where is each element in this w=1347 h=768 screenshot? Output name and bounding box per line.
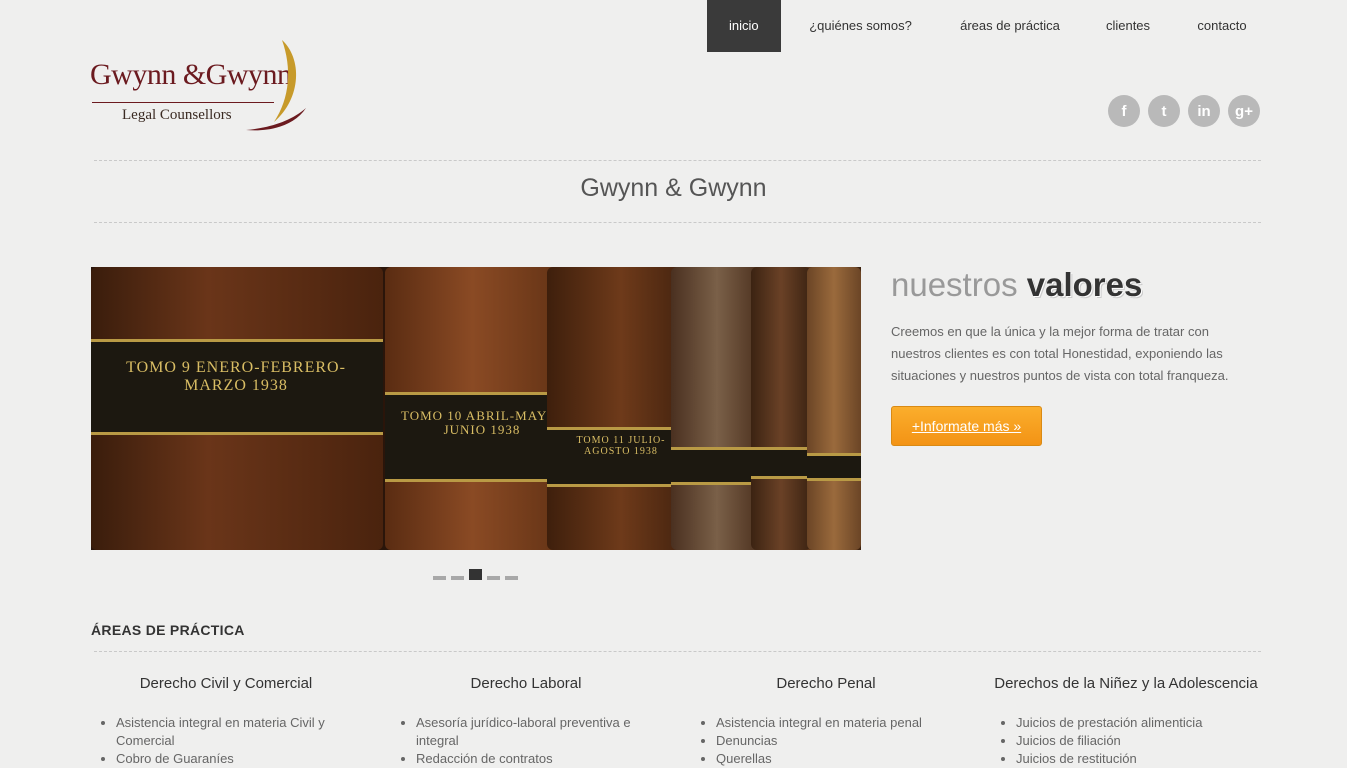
values-heading-light: nuestros: [891, 266, 1018, 303]
twitter-icon[interactable]: t: [1148, 95, 1180, 127]
values-heading: nuestros valores: [891, 266, 1142, 304]
values-heading-bold: valores: [1026, 266, 1143, 303]
book-band: [671, 447, 763, 485]
book-label: TOMO 11 JULIO-AGOSTO 1938: [576, 435, 666, 457]
list-item: Asistencia integral en materia penal: [716, 714, 961, 732]
nav-item-clientes[interactable]: clientes: [1080, 0, 1176, 52]
book-band: [807, 453, 861, 481]
facebook-icon[interactable]: f: [1108, 95, 1140, 127]
slider-dot[interactable]: [433, 576, 446, 580]
list-item: Juicios de prestación alimenticia: [1016, 714, 1261, 732]
divider-bottom: [94, 222, 1261, 223]
slider-dot-active[interactable]: [469, 569, 482, 580]
list-item: Redacción de contratos: [416, 750, 661, 768]
area-column-ninez: Derechos de la Niñez y la Adolescencia J…: [991, 675, 1261, 768]
book-band: [751, 447, 811, 479]
site-logo[interactable]: Gwynn &Gwynn Legal Counsellors: [88, 38, 312, 134]
nav-item-areas-de-practica[interactable]: áreas de práctica: [940, 0, 1080, 52]
divider-areas: [94, 651, 1261, 652]
social-links: f t in g+: [1108, 95, 1260, 127]
area-column-penal: Derecho Penal Asistencia integral en mat…: [691, 675, 961, 768]
list-item: Asesoría jurídico-laboral preventiva e i…: [416, 714, 661, 750]
area-column-laboral: Derecho Laboral Asesoría jurídico-labora…: [391, 675, 661, 768]
areas-heading: ÁREAS DE PRÁCTICA: [91, 622, 245, 638]
list-item: Asistencia integral en materia Civil y C…: [116, 714, 361, 750]
book-spine: TOMO 9 ENERO-FEBRERO-MARZO 1938: [91, 267, 383, 550]
list-item: Juicios de restitución: [1016, 750, 1261, 768]
area-title[interactable]: Derecho Civil y Comercial: [91, 675, 361, 692]
area-title[interactable]: Derecho Penal: [691, 675, 961, 692]
more-info-button[interactable]: +Informate más »: [891, 406, 1042, 446]
hero-slide-image: TOMO 9 ENERO-FEBRERO-MARZO 1938 TOMO 10 …: [91, 267, 861, 550]
list-item: Denuncias: [716, 732, 961, 750]
nav-item-contacto[interactable]: contacto: [1176, 0, 1268, 52]
slider-dot[interactable]: [487, 576, 500, 580]
area-column-civil: Derecho Civil y Comercial Asistencia int…: [91, 675, 361, 768]
area-title[interactable]: Derechos de la Niñez y la Adolescencia: [991, 675, 1261, 692]
google-plus-icon[interactable]: g+: [1228, 95, 1260, 127]
list-item: Juicios de filiación: [1016, 732, 1261, 750]
nav-item-inicio[interactable]: inicio: [707, 0, 781, 52]
slider-dot[interactable]: [451, 576, 464, 580]
area-title[interactable]: Derecho Laboral: [391, 675, 661, 692]
linkedin-icon[interactable]: in: [1188, 95, 1220, 127]
book-spine: [671, 267, 763, 550]
book-spine: [807, 267, 861, 550]
nav-item-quienes-somos[interactable]: ¿quiénes somos?: [781, 0, 940, 52]
values-text: Creemos en que la única y la mejor forma…: [891, 324, 1229, 383]
logo-tagline: Legal Counsellors: [122, 107, 232, 123]
book-spine: [751, 267, 811, 550]
page-title: Gwynn & Gwynn: [580, 174, 767, 202]
quill-swoosh-icon: [246, 40, 306, 131]
book-label: TOMO 9 ENERO-FEBRERO-MARZO 1938: [126, 359, 346, 394]
divider-top: [94, 160, 1261, 161]
list-item: Cobro de Guaraníes: [116, 750, 361, 768]
main-nav: inicio ¿quiénes somos? áreas de práctica…: [707, 0, 1268, 52]
slider-pagination: [433, 569, 518, 580]
list-item: Querellas: [716, 750, 961, 768]
book-label: TOMO 10 ABRIL-MAYO-JUNIO 1938: [400, 408, 563, 438]
slider-dot[interactable]: [505, 576, 518, 580]
